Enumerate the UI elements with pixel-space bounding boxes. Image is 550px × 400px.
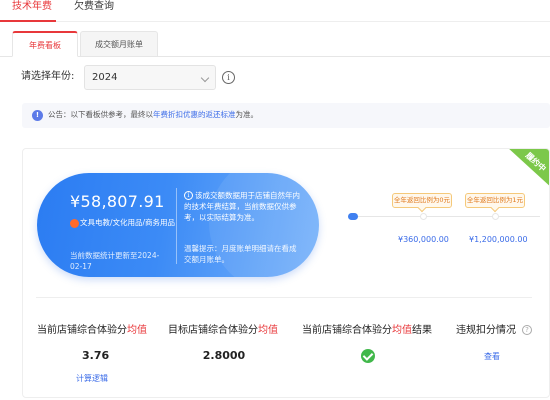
notice-suffix: 为准。	[235, 110, 259, 119]
turnover-amount: ¥58,807.91	[70, 192, 165, 211]
metric-title-text: 当前店铺综合体验分	[37, 325, 127, 336]
metric-title-text: 目标店铺综合体验分	[168, 325, 258, 336]
view-violations-link[interactable]: 查看	[484, 351, 500, 363]
metric-value: 2.8000	[202, 349, 246, 362]
calculation-logic-link[interactable]: 计算逻辑	[76, 373, 108, 385]
notice-alert-icon: !	[32, 110, 43, 121]
tier-threshold: ¥1,200,000.00	[469, 235, 528, 244]
section-divider	[36, 297, 532, 298]
check-circle-icon	[361, 349, 375, 363]
notice-prefix: 公告：以下看板供参考，最终以	[48, 110, 153, 119]
progress-current-marker	[348, 213, 358, 220]
metric-title: 当前店铺综合体验分均值	[37, 324, 147, 338]
status-ribbon: 履约中	[509, 149, 549, 186]
sub-tab-bar: 年费看板 成交额月账单	[0, 31, 550, 57]
metric-title-highlight: 均值	[392, 325, 412, 336]
metric-title-highlight: 均值	[127, 325, 147, 336]
category-icon	[70, 219, 79, 228]
tab-monthly-bill[interactable]: 成交额月账单	[80, 31, 158, 57]
update-note: 当前数据统计更新至2024-02-17	[70, 251, 160, 271]
panel-divider	[176, 188, 177, 264]
tab-tech-annual-fee[interactable]: 技术年费	[12, 0, 52, 14]
year-select-value: 2024	[92, 72, 118, 83]
active-tab-indicator	[0, 20, 56, 22]
turnover-description: 该成交额数据用于店铺自然年内的技术年费结算，当前数据仅供参考，以实际结算为准。	[184, 191, 300, 222]
metric-value: 3.76	[82, 349, 110, 362]
question-icon[interactable]: ?	[522, 325, 532, 335]
tab-arrears-query[interactable]: 欠费查询	[74, 0, 114, 14]
notice-banner: ! 公告：以下看板供参考，最终以年费折扣优惠的返还标准为准。	[22, 103, 550, 128]
chevron-down-icon	[200, 73, 210, 83]
notice-link[interactable]: 年费折扣优惠的返还标准	[153, 110, 236, 119]
notice-text: 公告：以下看板供参考，最终以年费折扣优惠的返还标准为准。	[48, 109, 258, 121]
metric-title-suffix: 结果	[412, 325, 432, 336]
category-text: 文具电教/文化用品/商务用品	[80, 218, 176, 227]
tab-annual-fee-dashboard[interactable]: 年费看板	[12, 31, 78, 57]
top-tab-bar: 技术年费 欠费查询	[0, 0, 550, 22]
metric-title-text: 违规扣分情况	[456, 325, 516, 336]
turnover-tip: 温馨提示：月度账单明细请在看成交额月账单。	[184, 244, 297, 264]
tier-tooltip: 全年返回比例为0元	[392, 193, 452, 208]
year-filter-label: 请选择年份:	[21, 71, 75, 82]
progress-tier-marker	[492, 213, 499, 220]
progress-tier-marker	[420, 213, 427, 220]
progress-track	[358, 216, 540, 217]
metric-title-text: 当前店铺综合体验分	[302, 325, 392, 336]
tier-tooltip: 全年返回比例为1元	[465, 193, 525, 208]
year-select[interactable]: 2024	[84, 65, 216, 90]
metric-title-highlight: 均值	[258, 325, 278, 336]
metric-title: 违规扣分情况	[456, 324, 516, 338]
metric-title: 目标店铺综合体验分均值	[168, 324, 278, 338]
metric-title: 当前店铺综合体验分均值结果	[302, 324, 432, 338]
tier-threshold: ¥360,000.00	[398, 235, 449, 244]
info-icon[interactable]: i	[222, 71, 235, 84]
